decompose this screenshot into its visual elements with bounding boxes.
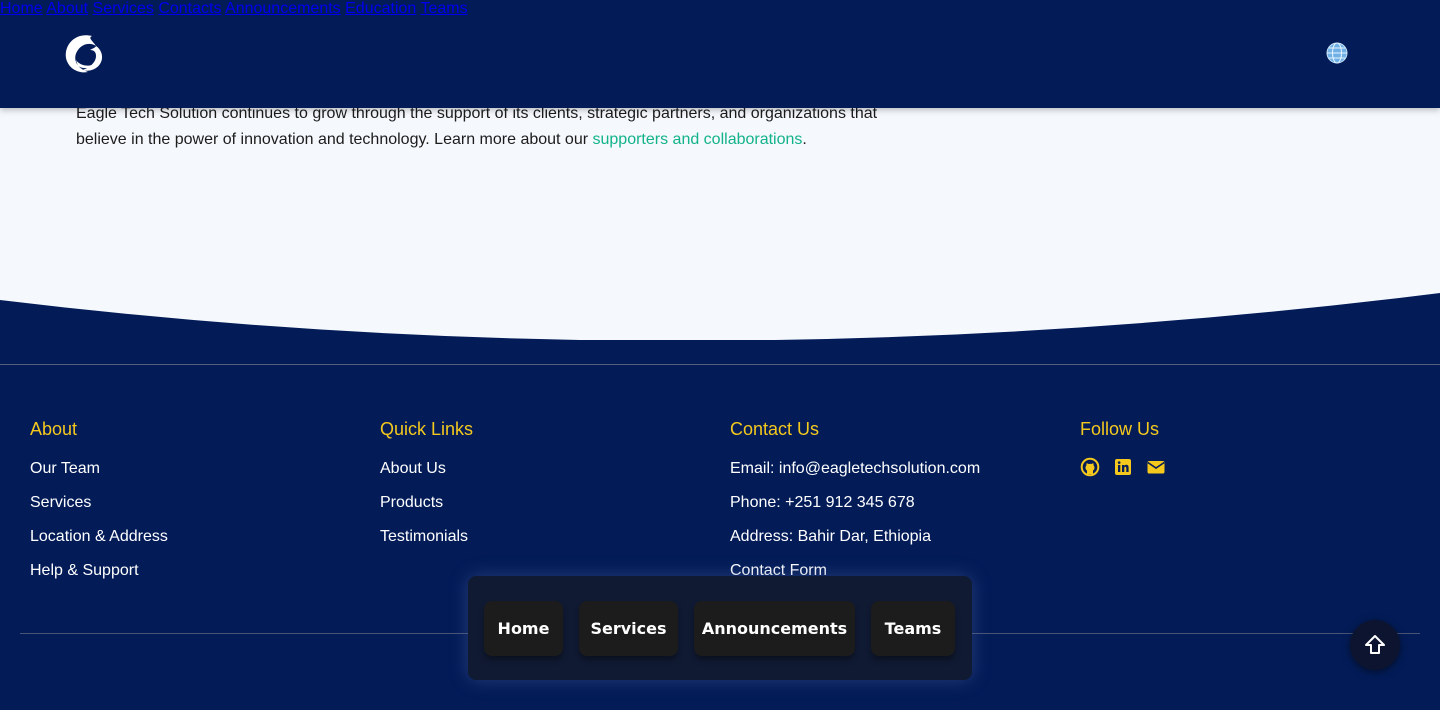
footer-quick-links-title: Quick Links (380, 419, 474, 439)
footer-about-title: About (30, 419, 78, 439)
footer-contact-address: Address: Bahir Dar, Ethiopia (730, 528, 931, 545)
footer-link-about-us[interactable]: About Us (380, 459, 473, 479)
footer-divider-top (0, 364, 1440, 365)
nav-teams[interactable]: Teams (420, 0, 467, 17)
footer-link-services[interactable]: Services (30, 493, 168, 513)
scroll-to-top-button[interactable] (1350, 620, 1400, 670)
github-icon[interactable] (1080, 457, 1100, 477)
footer-link-our-team[interactable]: Our Team (30, 459, 168, 479)
footer-follow-title: Follow Us (1080, 419, 1160, 439)
floating-nav-bar: Home Services Announcements Teams (468, 576, 972, 680)
footer-about-column: About Our Team Services Location & Addre… (30, 418, 168, 595)
site-header: Home About Services Contacts Announcemen… (0, 0, 1440, 108)
supporters-paragraph: Eagle Tech Solution continues to grow th… (76, 101, 906, 153)
footer-link-testimonials[interactable]: Testimonials (380, 527, 473, 547)
footer-quick-links-column: Quick Links About Us Products Testimonia… (380, 418, 473, 561)
supporters-link[interactable]: supporters and collaborations (593, 131, 803, 148)
nav-home[interactable]: Home (0, 0, 43, 17)
nav-announcements[interactable]: Announcements (225, 0, 341, 17)
footer-link-products[interactable]: Products (380, 493, 473, 513)
footer-follow-column: Follow Us (1080, 418, 1166, 477)
paragraph-end: . (802, 131, 807, 148)
globe-icon[interactable] (1326, 42, 1348, 64)
nav-contacts[interactable]: Contacts (158, 0, 221, 17)
footer-contact-title: Contact Us (730, 419, 820, 439)
nav-about[interactable]: About (46, 0, 88, 17)
nav-services[interactable]: Services (93, 0, 154, 17)
footer-contact-phone: Phone: +251 912 345 678 (730, 494, 915, 511)
floating-nav-home[interactable]: Home (484, 600, 563, 656)
arrow-up-icon (1365, 635, 1385, 654)
floating-nav-announcements[interactable]: Announcements (694, 600, 855, 656)
footer-link-help[interactable]: Help & Support (30, 561, 168, 581)
floating-nav-services[interactable]: Services (579, 600, 678, 656)
social-icons (1080, 457, 1166, 477)
nav-education[interactable]: Education (345, 0, 416, 17)
email-icon[interactable] (1146, 457, 1166, 477)
footer-link-location[interactable]: Location & Address (30, 527, 168, 547)
eagle-logo-icon[interactable] (62, 32, 108, 76)
floating-nav-teams[interactable]: Teams (871, 600, 955, 656)
footer-contact-email[interactable]: Email: info@eagletechsolution.com (730, 459, 980, 479)
linkedin-icon[interactable] (1113, 457, 1133, 477)
footer-contact-column: Contact Us Email: info@eagletechsolution… (730, 418, 980, 595)
